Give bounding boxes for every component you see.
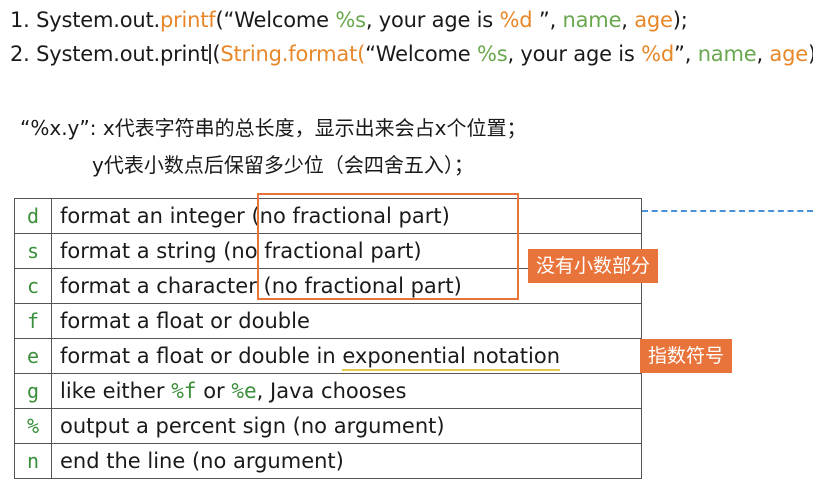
line1-fmt1: %s xyxy=(335,8,366,32)
line1-mid: , your age is xyxy=(365,8,500,32)
specifier-code: e xyxy=(14,338,52,374)
line1-arg2: age xyxy=(634,8,673,32)
line2-fmt2: %d xyxy=(641,42,675,66)
dashed-divider xyxy=(642,210,813,212)
specifier-code: d xyxy=(14,198,52,234)
specifier-desc-text: like either xyxy=(60,379,172,403)
table-row: g like either %f or %e, Java chooses xyxy=(14,373,642,409)
line1-prefix: 1. System.out. xyxy=(10,8,160,32)
no-fraction-tag: 没有小数部分 xyxy=(528,249,659,283)
specifier-desc-text: or xyxy=(196,379,232,403)
line1-fmt2: %d xyxy=(499,8,533,32)
specifier-desc: format a float or double in exponential … xyxy=(51,338,642,374)
format-width-note: “%x.y”: x代表字符串的总长度，显示出来会占x个位置； xyxy=(20,116,527,140)
line2-arg2: age xyxy=(769,42,808,66)
specifier-desc-text: format a float or double in xyxy=(60,344,343,368)
line1-method: printf xyxy=(159,8,216,32)
line2-fmt1: %s xyxy=(476,42,508,66)
line1-comma: , xyxy=(621,8,635,32)
specifier-desc-text: , Java chooses xyxy=(256,379,407,403)
specifier-code: % xyxy=(14,408,52,444)
specifier-code: c xyxy=(14,268,52,304)
line2-after: ”, xyxy=(674,42,698,66)
line2-close: )); xyxy=(808,42,813,66)
line2-comma: , xyxy=(756,42,770,66)
specifier-desc: output a percent sign (no argument) xyxy=(51,408,642,444)
specifier-code: f xyxy=(14,303,52,339)
line2-arg1: name xyxy=(697,42,757,66)
line2-method: String.format( xyxy=(220,42,366,66)
format-precision-note: y代表小数点后保留多少位（会四舍五入）； xyxy=(92,153,474,177)
text-cursor-icon xyxy=(209,44,212,64)
line1-after: ”, xyxy=(532,8,563,32)
code-line-2: 2. System.out.print (String.format(“Welco… xyxy=(10,42,813,66)
table-row: % output a percent sign (no argument) xyxy=(14,408,642,444)
line1-open: (“Welcome xyxy=(215,8,336,32)
specifier-code: g xyxy=(14,373,52,409)
specifier-desc: format a float or double xyxy=(51,303,642,339)
inline-code-e: %e xyxy=(231,379,257,403)
line2-open: “Welcome xyxy=(365,42,477,66)
specifier-desc: end the line (no argument) xyxy=(51,443,642,479)
table-row: e format a float or double in exponentia… xyxy=(14,338,642,374)
code-line-1: 1. System.out.printf(“Welcome %s, your a… xyxy=(10,8,688,32)
exponent-tag: 指数符号 xyxy=(640,339,733,373)
inline-code-f: %f xyxy=(171,379,197,403)
line1-arg1: name xyxy=(562,8,622,32)
table-row: f format a float or double xyxy=(14,303,642,339)
line2-prefix: 2. System.out.print xyxy=(10,42,209,66)
table-row: n end the line (no argument) xyxy=(14,443,642,479)
line1-close: ); xyxy=(672,8,688,32)
exponential-notation-text: exponential notation xyxy=(342,344,561,371)
specifier-code: s xyxy=(14,233,52,269)
specifier-code: n xyxy=(14,443,52,479)
specifier-desc: like either %f or %e, Java chooses xyxy=(51,373,642,409)
no-fraction-highlight-box xyxy=(257,193,519,300)
line2-mid: , your age is xyxy=(507,42,642,66)
